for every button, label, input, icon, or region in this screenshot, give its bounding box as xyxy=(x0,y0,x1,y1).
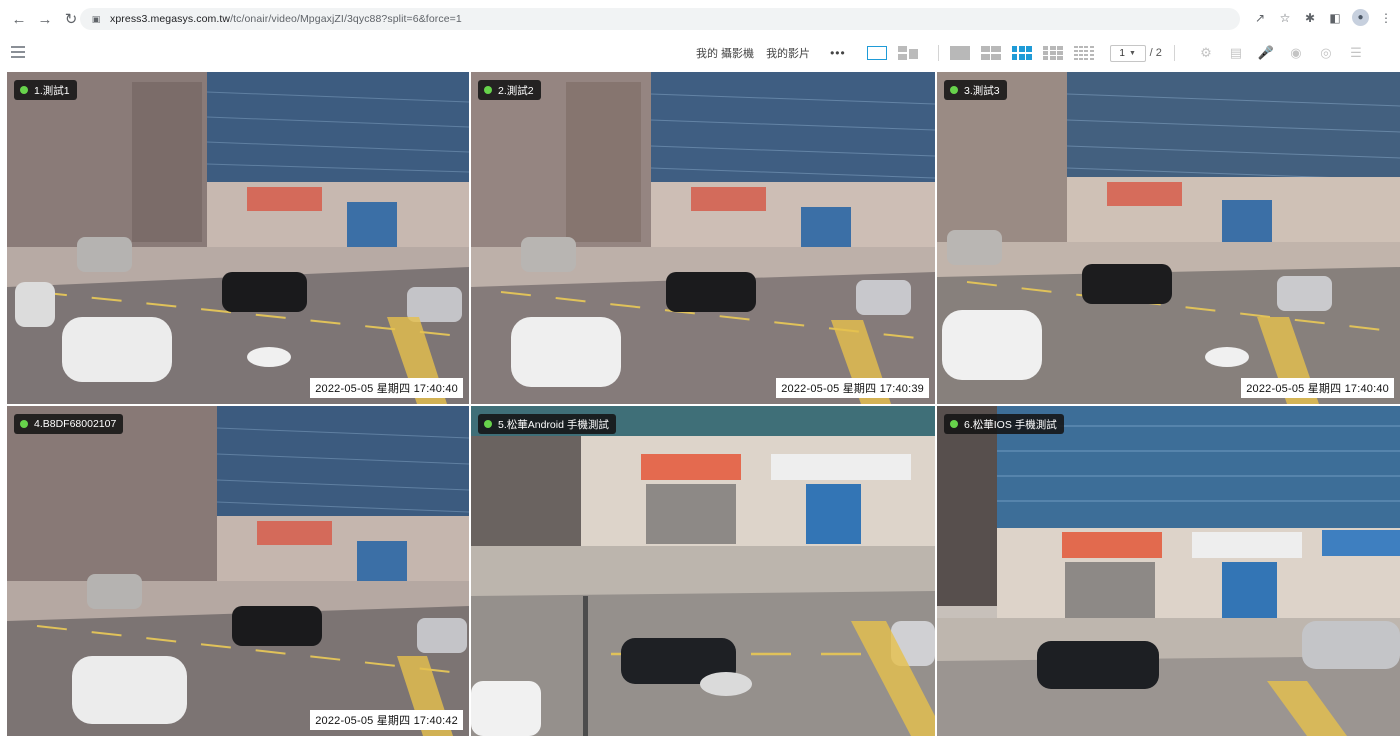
hamburger-menu-icon[interactable] xyxy=(11,46,25,58)
camera-name: 2.測試2 xyxy=(498,84,534,97)
video-cell-6[interactable]: 6.松華IOS 手機測試 xyxy=(937,406,1400,736)
toolbar-divider xyxy=(937,45,939,61)
camera-label: 5.松華Android 手機測試 xyxy=(478,414,616,434)
camera-label: 6.松華IOS 手機測試 xyxy=(944,414,1064,434)
toolbar-divider-2 xyxy=(1173,45,1175,61)
arrow-left-icon: ← xyxy=(11,10,27,28)
eye-icon[interactable]: ◎ xyxy=(1317,44,1335,62)
extensions-icon[interactable]: ✱ xyxy=(1302,10,1318,26)
video-cell-3[interactable]: 3.測試3 2022-05-05 星期四 17:40:40 xyxy=(937,72,1400,404)
layout-1-icon[interactable] xyxy=(949,44,971,62)
address-bar[interactable]: ▣ xpress3.megasys.com.tw/tc/onair/video/… xyxy=(80,8,1240,30)
camera-timestamp: 2022-05-05 星期四 17:40:42 xyxy=(310,710,463,730)
camera-feed-image xyxy=(937,72,1400,404)
browser-toolbar: ← → ↻ ▣ xpress3.megasys.com.tw/tc/onair/… xyxy=(0,0,1400,38)
camera-label: 2.測試2 xyxy=(478,80,541,100)
toolbar-right: 我的 攝影機 我的影片 ••• 1 ▼ / 2 ⚙ ▤ 🎤 ◉ ◎ ☰ xyxy=(696,43,1365,63)
profile-avatar[interactable]: ● xyxy=(1352,9,1369,26)
more-button[interactable]: ••• xyxy=(830,46,846,60)
online-status-icon xyxy=(484,420,492,428)
lock-icon: ▣ xyxy=(91,13,101,24)
online-status-icon xyxy=(20,86,28,94)
video-cell-1[interactable]: 1.測試1 2022-05-05 星期四 17:40:40 xyxy=(7,72,469,404)
camera-label: 3.測試3 xyxy=(944,80,1007,100)
video-grid: 1.測試1 2022-05-05 星期四 17:40:40 2.測試2 2022… xyxy=(7,72,1400,736)
settings-icon[interactable]: ⚙ xyxy=(1197,44,1215,62)
camera-name: 5.松華Android 手機測試 xyxy=(498,418,609,431)
camera-timestamp: 2022-05-05 星期四 17:40:40 xyxy=(1241,378,1394,398)
reload-button[interactable]: ↻ xyxy=(60,8,82,30)
camera-timestamp: 2022-05-05 星期四 17:40:40 xyxy=(310,378,463,398)
online-status-icon xyxy=(484,86,492,94)
my-videos-link[interactable]: 我的影片 xyxy=(766,45,810,61)
online-status-icon xyxy=(20,420,28,428)
layout-9-icon[interactable] xyxy=(1042,44,1064,62)
layout-4-icon[interactable] xyxy=(980,44,1002,62)
my-camera-link[interactable]: 我的 攝影機 xyxy=(696,45,754,61)
app-toolbar: 我的 攝影機 我的影片 ••• 1 ▼ / 2 ⚙ ▤ 🎤 ◉ ◎ ☰ xyxy=(0,38,1400,68)
forward-button[interactable]: → xyxy=(34,8,56,30)
page-select[interactable]: 1 ▼ xyxy=(1109,44,1146,62)
reload-icon: ↻ xyxy=(64,11,78,28)
online-status-icon xyxy=(950,86,958,94)
share-icon[interactable]: ↗ xyxy=(1252,10,1268,26)
camera-name: 1.測試1 xyxy=(34,84,70,97)
side-panel-icon[interactable]: ◧ xyxy=(1327,10,1343,26)
film-icon[interactable]: ▤ xyxy=(1227,44,1245,62)
layout-16-icon[interactable] xyxy=(1073,44,1095,62)
multi-window-icon[interactable] xyxy=(897,44,919,62)
page-current: 1 xyxy=(1119,47,1125,59)
fullscreen-icon[interactable] xyxy=(866,44,888,62)
page-total: / 2 xyxy=(1149,47,1162,59)
camera-name: 3.測試3 xyxy=(964,84,1000,97)
camera-timestamp: 2022-05-05 星期四 17:40:39 xyxy=(776,378,929,398)
camera-name: 6.松華IOS 手機測試 xyxy=(964,418,1057,431)
camera-label: 1.測試1 xyxy=(14,80,77,100)
camera-name: 4.B8DF68002107 xyxy=(34,418,117,430)
star-icon[interactable]: ☆ xyxy=(1277,10,1293,26)
microphone-icon[interactable]: 🎤 xyxy=(1257,44,1275,62)
video-cell-4[interactable]: 4.B8DF68002107 2022-05-05 星期四 17:40:42 xyxy=(7,406,469,736)
camera-feed-image xyxy=(471,406,935,736)
layout-6-icon[interactable] xyxy=(1011,44,1033,62)
url-host: xpress3.megasys.com.tw xyxy=(110,13,231,25)
video-cell-2[interactable]: 2.測試2 2022-05-05 星期四 17:40:39 xyxy=(471,72,935,404)
list-icon[interactable]: ☰ xyxy=(1347,44,1365,62)
url-text: xpress3.megasys.com.tw/tc/onair/video/Mp… xyxy=(110,13,462,25)
menu-dots-icon[interactable]: ⋮ xyxy=(1378,10,1394,26)
back-button[interactable]: ← xyxy=(8,8,30,30)
video-cell-5[interactable]: 5.松華Android 手機測試 xyxy=(471,406,935,736)
camera-feed-image xyxy=(937,406,1400,736)
camera-label: 4.B8DF68002107 xyxy=(14,414,124,434)
camera-feed-image xyxy=(471,72,935,404)
online-status-icon xyxy=(950,420,958,428)
camera-feed-image xyxy=(7,406,469,736)
chevron-down-icon: ▼ xyxy=(1128,49,1136,57)
url-path: /tc/onair/video/MpgaxjZI/3qyc88?split=6&… xyxy=(230,13,462,25)
browser-actions: ↗ ☆ ✱ ◧ ● ⋮ xyxy=(1252,9,1394,26)
arrow-right-icon: → xyxy=(37,10,53,28)
snapshot-icon[interactable]: ◉ xyxy=(1287,44,1305,62)
camera-feed-image xyxy=(7,72,469,404)
